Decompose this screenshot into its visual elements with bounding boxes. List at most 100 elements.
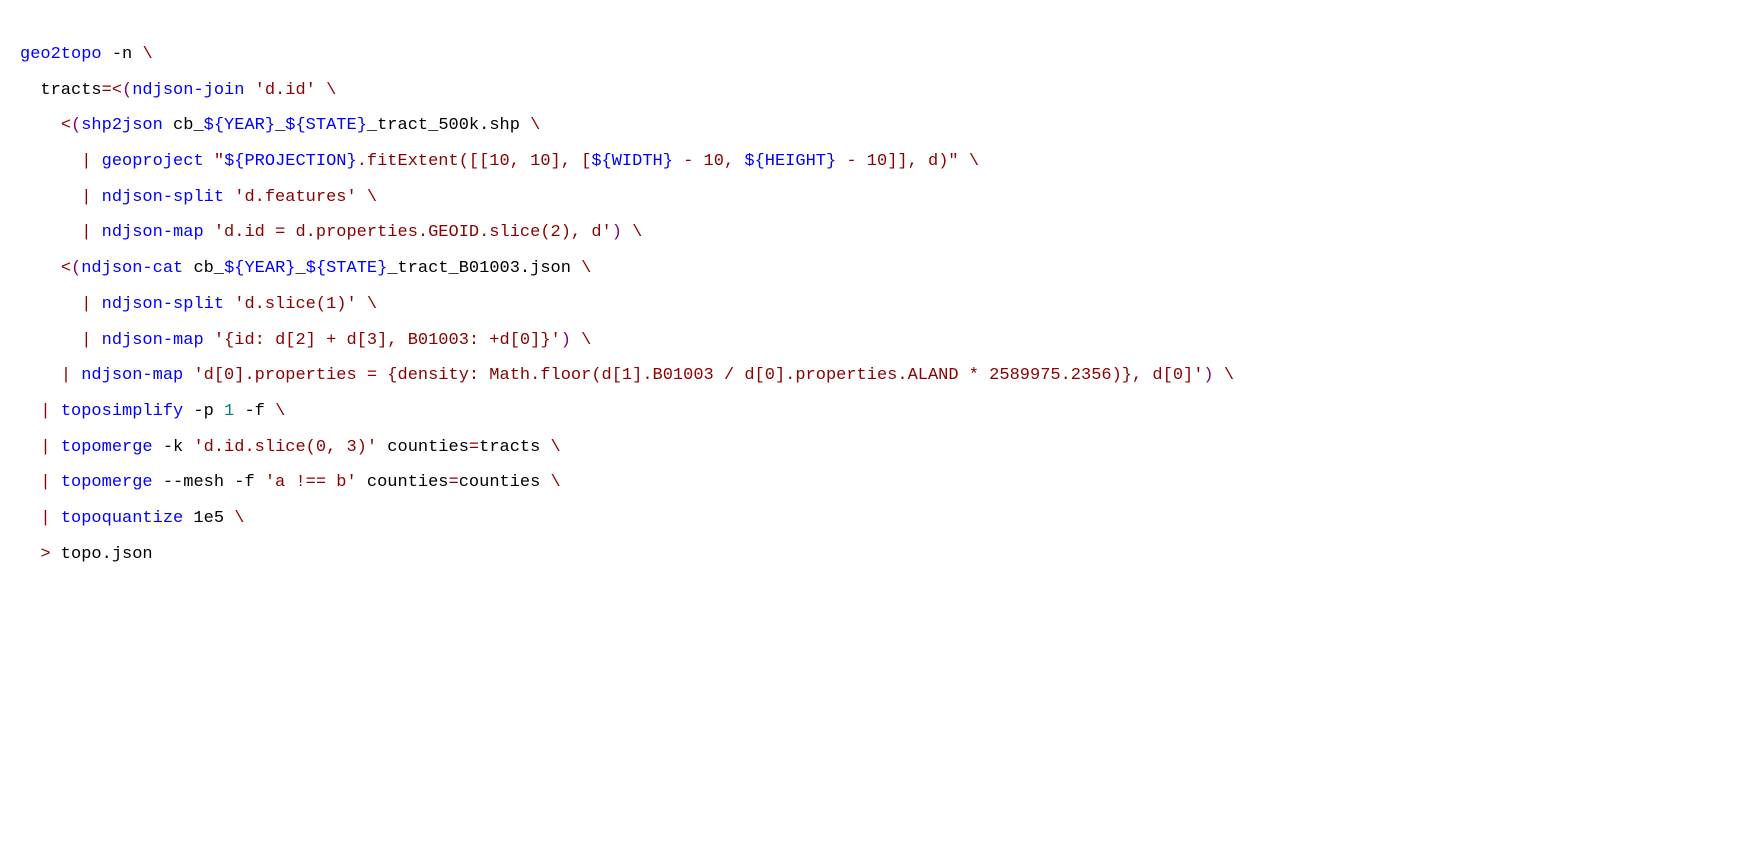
code-token: toposimplify bbox=[61, 402, 183, 421]
code-token: counties bbox=[377, 438, 469, 457]
code-token: 'd.id.slice(0, 3)' bbox=[193, 438, 377, 457]
code-token: _tract_B01003.json bbox=[387, 259, 581, 278]
code-token: \ bbox=[581, 259, 591, 278]
code-token bbox=[20, 223, 81, 242]
code-token: | bbox=[40, 509, 50, 528]
code-token: ${HEIGHT} bbox=[744, 152, 836, 171]
code-token: < bbox=[112, 81, 122, 100]
code-token: ${WIDTH} bbox=[591, 152, 673, 171]
code-token: \ bbox=[551, 473, 561, 492]
code-token: ${STATE} bbox=[306, 259, 388, 278]
code-token bbox=[316, 81, 326, 100]
code-token bbox=[91, 152, 101, 171]
code-token: < bbox=[61, 116, 71, 135]
code-token bbox=[204, 331, 214, 350]
code-token: -p bbox=[183, 402, 224, 421]
code-token: ${YEAR} bbox=[224, 259, 295, 278]
code-token: --mesh -f bbox=[153, 473, 265, 492]
code-token bbox=[91, 188, 101, 207]
code-token: \ bbox=[367, 295, 377, 314]
code-token: - 10, bbox=[673, 152, 744, 171]
code-token bbox=[51, 509, 61, 528]
code-token: " bbox=[214, 152, 224, 171]
code-token: = bbox=[469, 438, 479, 457]
code-token: 1e5 bbox=[183, 509, 234, 528]
code-token: '{id: d[2] + d[3], B01003: +d[0]}' bbox=[214, 331, 561, 350]
code-token bbox=[204, 223, 214, 242]
code-token: ) bbox=[561, 331, 571, 350]
code-token bbox=[183, 366, 193, 385]
code-token: \ bbox=[530, 116, 540, 135]
code-token bbox=[1214, 366, 1224, 385]
code-token: \ bbox=[367, 188, 377, 207]
code-token: cb_ bbox=[183, 259, 224, 278]
code-token: counties bbox=[459, 473, 551, 492]
code-token: counties bbox=[357, 473, 449, 492]
code-token: _ bbox=[295, 259, 305, 278]
code-token: | bbox=[81, 188, 91, 207]
code-token: ndjson-map bbox=[102, 331, 204, 350]
code-token: -k bbox=[153, 438, 194, 457]
code-token: 1 bbox=[224, 402, 234, 421]
code-token: ${YEAR} bbox=[204, 116, 275, 135]
code-token bbox=[20, 545, 40, 564]
code-block: geo2topo -n \ tracts=<(ndjson-join 'd.id… bbox=[20, 37, 1740, 572]
code-token bbox=[51, 473, 61, 492]
code-token: 'd.features' bbox=[234, 188, 356, 207]
code-token: 'd[0].properties = {density: Math.floor(… bbox=[193, 366, 1203, 385]
code-token: \ bbox=[551, 438, 561, 457]
code-token: topoquantize bbox=[61, 509, 183, 528]
code-token: _ bbox=[275, 116, 285, 135]
code-token: 'd.id = d.properties.GEOID.slice(2), d' bbox=[214, 223, 612, 242]
code-token: > bbox=[40, 545, 50, 564]
code-token: | bbox=[81, 152, 91, 171]
code-token: \ bbox=[234, 509, 244, 528]
code-token: | bbox=[81, 295, 91, 314]
code-token: ) bbox=[1203, 366, 1213, 385]
code-token: | bbox=[40, 402, 50, 421]
code-token: = bbox=[449, 473, 459, 492]
code-token bbox=[622, 223, 632, 242]
code-token: ndjson-map bbox=[81, 366, 183, 385]
code-token: geoproject bbox=[102, 152, 204, 171]
code-token: ( bbox=[71, 259, 81, 278]
code-token bbox=[20, 366, 61, 385]
code-token: -n bbox=[102, 45, 143, 64]
code-token bbox=[71, 366, 81, 385]
code-token bbox=[20, 152, 81, 171]
code-token bbox=[224, 295, 234, 314]
code-token bbox=[959, 152, 969, 171]
code-token: ndjson-cat bbox=[81, 259, 183, 278]
code-token: tracts bbox=[20, 81, 102, 100]
code-token: | bbox=[81, 331, 91, 350]
code-token bbox=[20, 259, 61, 278]
code-token bbox=[20, 116, 61, 135]
code-token: \ bbox=[632, 223, 642, 242]
code-token: \ bbox=[275, 402, 285, 421]
code-token bbox=[224, 188, 234, 207]
code-token bbox=[20, 509, 40, 528]
code-token: ) bbox=[612, 223, 622, 242]
code-token: .fitExtent([[10, 10], [ bbox=[357, 152, 592, 171]
code-token: ( bbox=[71, 116, 81, 135]
code-token: _tract_500k.shp bbox=[367, 116, 530, 135]
code-token: | bbox=[40, 438, 50, 457]
code-token: \ bbox=[326, 81, 336, 100]
code-token: 'd.id' bbox=[255, 81, 316, 100]
code-token: | bbox=[61, 366, 71, 385]
code-token bbox=[20, 438, 40, 457]
code-token bbox=[51, 438, 61, 457]
code-token bbox=[204, 152, 214, 171]
code-token bbox=[20, 188, 81, 207]
code-token: tracts bbox=[479, 438, 550, 457]
code-token bbox=[91, 295, 101, 314]
code-token bbox=[20, 331, 81, 350]
code-token: 'd.slice(1)' bbox=[234, 295, 356, 314]
code-token: topomerge bbox=[61, 438, 153, 457]
code-token: - 10]], d)" bbox=[836, 152, 958, 171]
code-token: | bbox=[40, 473, 50, 492]
code-token bbox=[20, 473, 40, 492]
code-token: = bbox=[102, 81, 112, 100]
code-token bbox=[244, 81, 254, 100]
code-token: ndjson-split bbox=[102, 295, 224, 314]
